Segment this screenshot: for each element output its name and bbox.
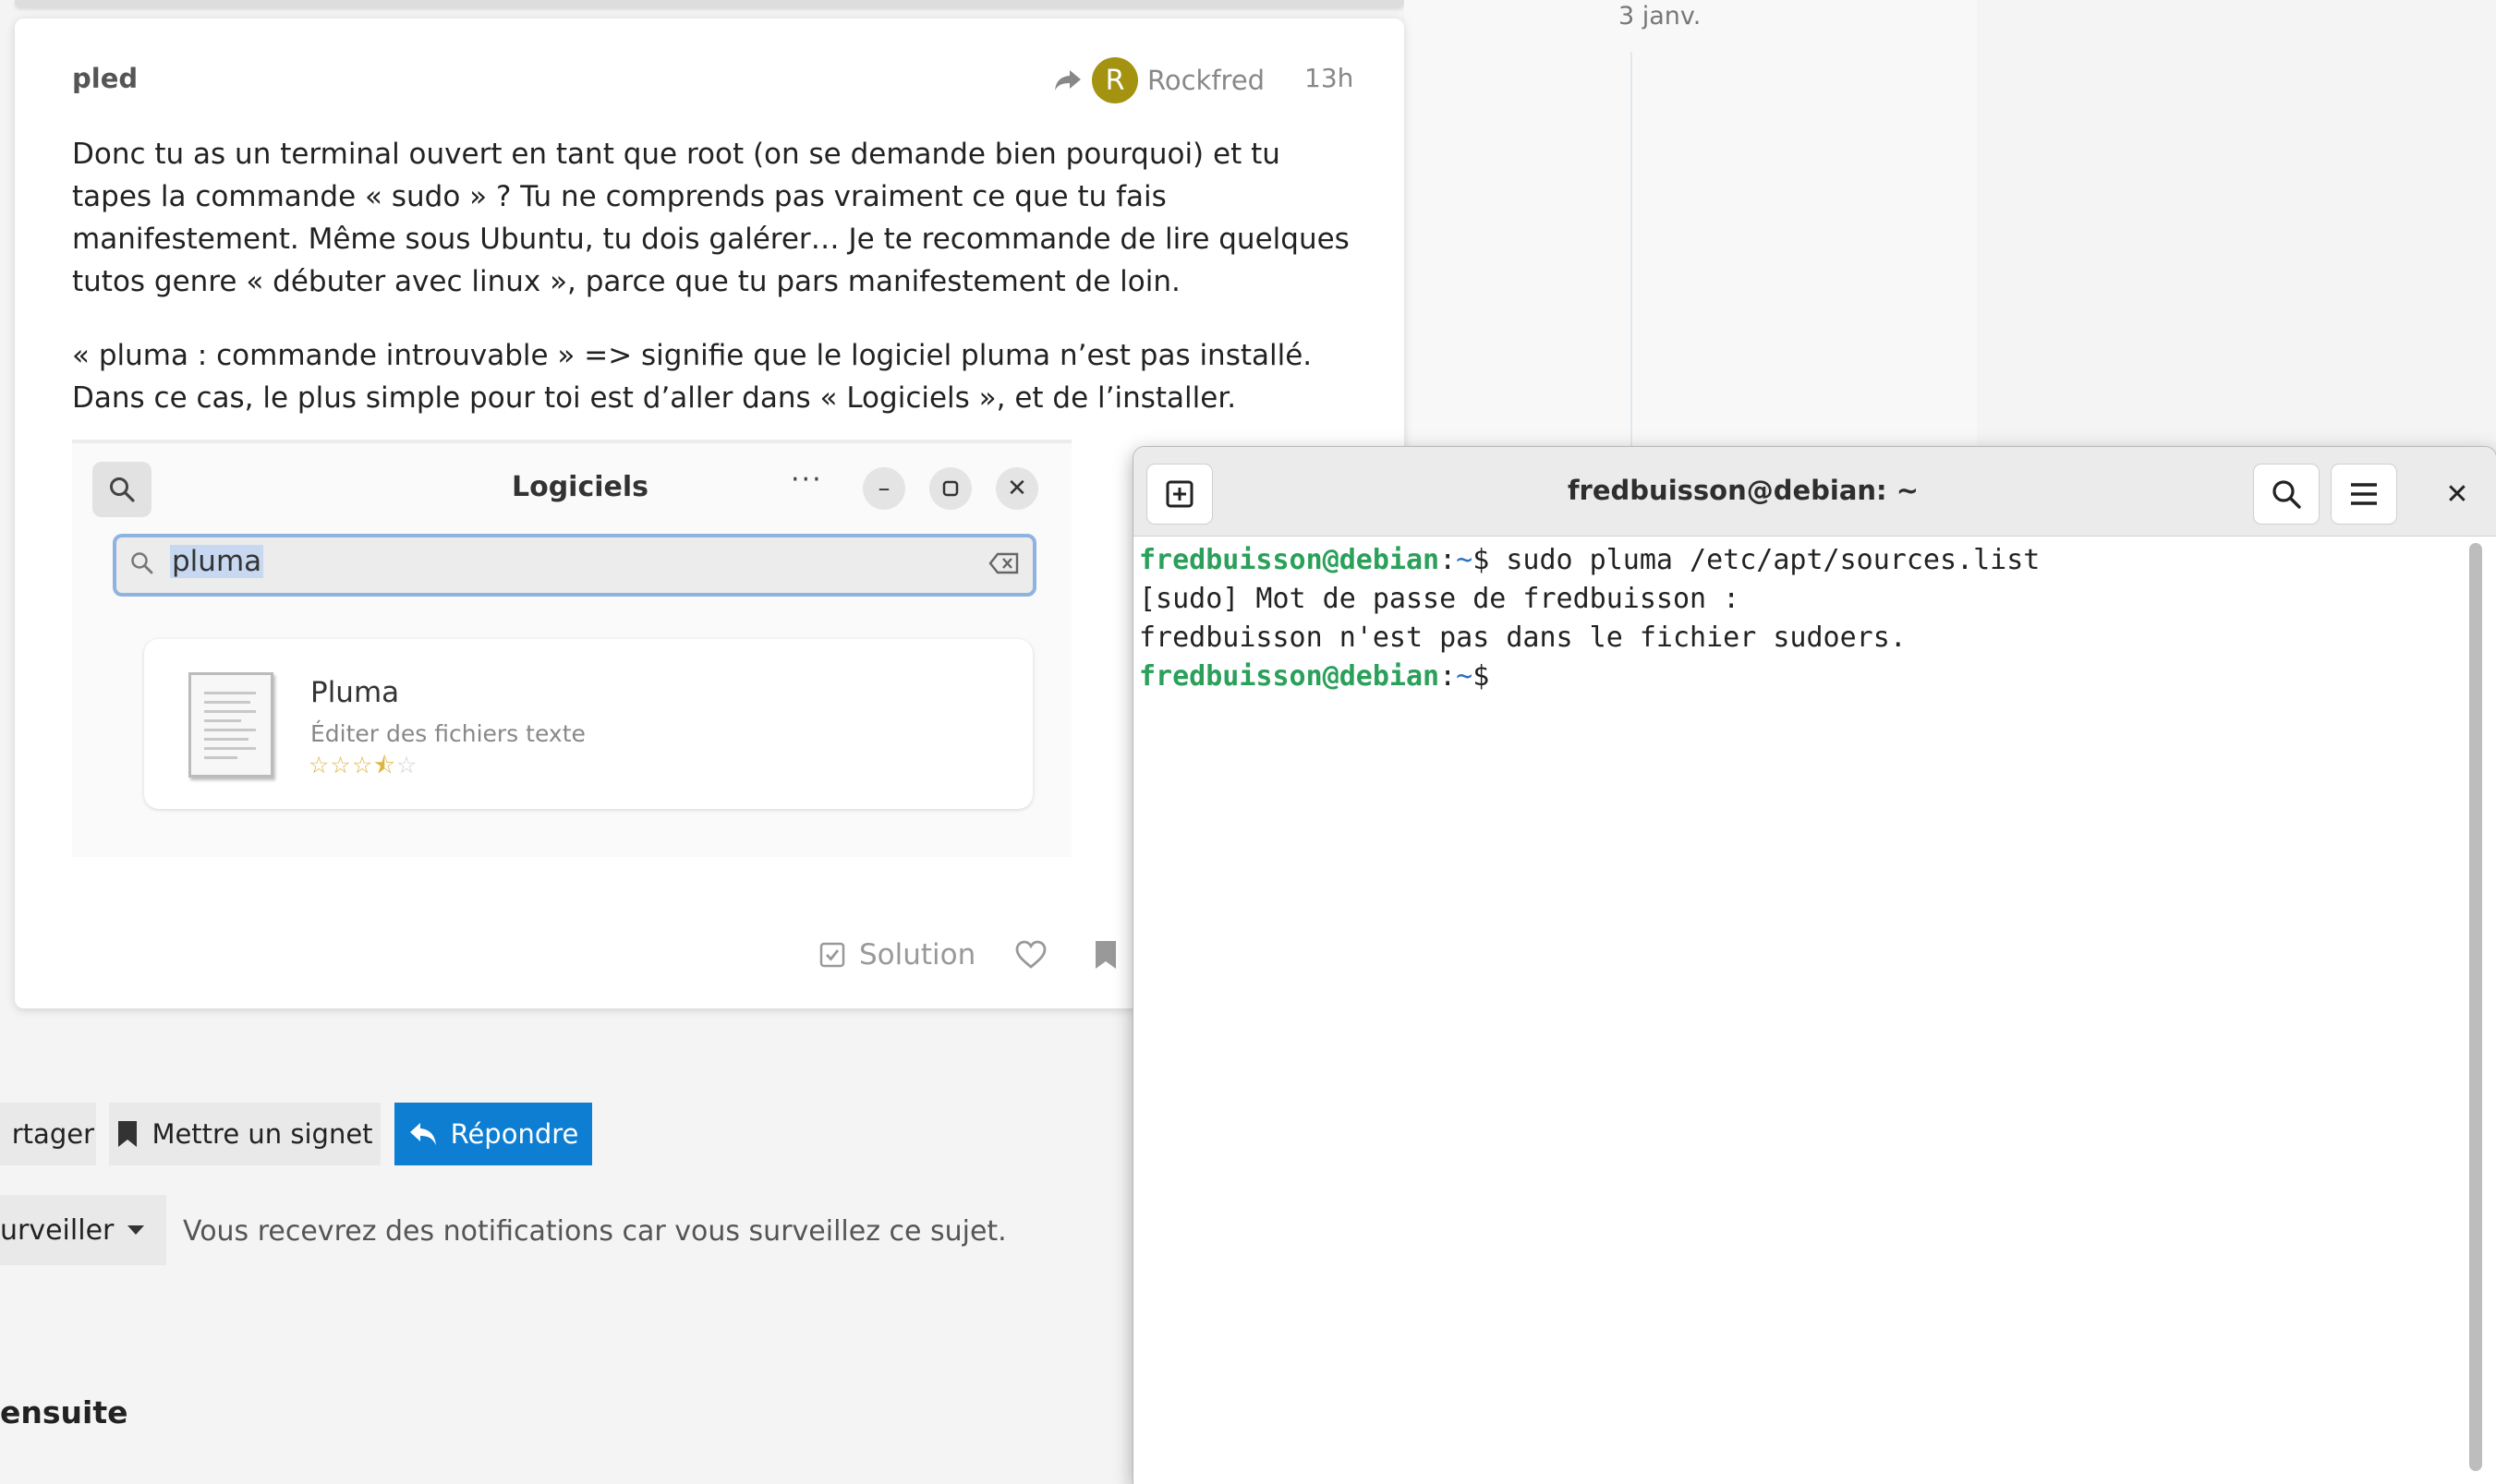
new-tab-icon xyxy=(1166,480,1193,508)
solution-label: Solution xyxy=(859,938,976,971)
bookmark-icon[interactable] xyxy=(1094,939,1118,971)
post-paragraph: « pluma : commande introuvable » => sign… xyxy=(72,339,1313,415)
reply-arrow-icon xyxy=(1055,70,1081,90)
bookmark-topic-button[interactable]: Mettre un signet xyxy=(109,1103,381,1165)
terminal-close-button[interactable]: ✕ xyxy=(2434,471,2480,517)
terminal-line: fredbuisson@debian:~$ sudo pluma /etc/ap… xyxy=(1139,544,2041,576)
timeline-scroller-track[interactable] xyxy=(1630,52,1632,458)
terminal-search-button[interactable] xyxy=(2253,464,2320,525)
screenshot-search-value: pluma xyxy=(170,545,264,578)
terminal-titlebar[interactable]: fredbuisson@debian: ~ ✕ xyxy=(1133,447,2496,537)
search-icon xyxy=(131,552,153,574)
hamburger-menu-icon xyxy=(2351,483,2377,505)
notification-level-label: urveiller xyxy=(0,1213,115,1247)
app-description: Éditer des fichiers texte xyxy=(310,720,586,747)
terminal-line: fredbuisson n'est pas dans le fichier su… xyxy=(1139,621,1907,654)
terminal-output[interactable]: fredbuisson@debian:~$ sudo pluma /etc/ap… xyxy=(1139,541,2451,696)
solution-button[interactable]: Solution xyxy=(818,938,975,971)
share-button[interactable]: rtager xyxy=(0,1103,96,1165)
bookmark-icon xyxy=(118,1121,138,1147)
post-actions: Solution xyxy=(818,938,1118,971)
embedded-screenshot[interactable]: Logiciels ··· – ✕ pluma Pluma Éditer des… xyxy=(72,440,1072,857)
reply-button[interactable]: Répondre xyxy=(394,1103,592,1165)
share-label: rtager xyxy=(11,1118,94,1150)
app-result-card: Pluma Éditer des fichiers texte ☆☆☆⯪☆ xyxy=(144,639,1033,809)
reply-icon xyxy=(409,1123,436,1145)
checkbox-icon xyxy=(819,942,845,968)
reply-to-indicator[interactable]: R Rockfred xyxy=(1053,57,1265,103)
terminal-line: [sudo] Mot de passe de fredbuisson : xyxy=(1139,583,1740,615)
post-paragraph: Donc tu as un terminal ouvert en tant qu… xyxy=(72,138,1350,298)
timeline-date[interactable]: 3 janv. xyxy=(1618,2,1701,30)
terminal-window[interactable]: fredbuisson@debian: ~ ✕ fredbuisson@debi… xyxy=(1133,447,2496,1484)
suggested-topics-heading: ensuite xyxy=(0,1394,128,1430)
app-name: Pluma xyxy=(310,676,400,709)
star-rating: ☆☆☆⯪☆ xyxy=(309,752,418,778)
terminal-title: fredbuisson@debian: ~ xyxy=(1567,475,1920,506)
bookmark-label: Mettre un signet xyxy=(151,1118,373,1150)
maximize-icon xyxy=(929,467,972,510)
avatar: R xyxy=(1092,57,1138,103)
like-heart-icon[interactable] xyxy=(1014,940,1048,970)
terminal-scrollbar[interactable] xyxy=(2469,543,2482,1471)
reply-to-username: Rockfred xyxy=(1147,65,1266,96)
clear-text-icon xyxy=(988,552,1019,574)
search-icon xyxy=(2272,480,2301,509)
text-editor-icon xyxy=(188,672,273,778)
previous-post-edge xyxy=(15,0,1404,7)
search-toggle-button xyxy=(92,462,151,517)
minimize-icon: – xyxy=(863,467,905,510)
reply-label: Répondre xyxy=(450,1118,579,1150)
close-icon: ✕ xyxy=(996,467,1038,510)
close-icon: ✕ xyxy=(2445,477,2469,511)
post-author[interactable]: pled xyxy=(72,63,138,94)
terminal-menu-button[interactable] xyxy=(2331,464,2397,525)
menu-dots-icon: ··· xyxy=(791,464,823,496)
post-timestamp[interactable]: 13h xyxy=(1304,63,1353,93)
notification-level-dropdown[interactable]: urveiller xyxy=(0,1195,166,1265)
new-tab-button[interactable] xyxy=(1146,464,1213,525)
search-icon xyxy=(110,477,135,502)
caret-down-icon xyxy=(127,1225,145,1235)
screenshot-window-title: Logiciels xyxy=(511,471,649,503)
notification-status-text: Vous recevrez des notifications car vous… xyxy=(183,1215,1007,1248)
terminal-line: fredbuisson@debian:~$ xyxy=(1139,660,1490,693)
screenshot-search-field: pluma xyxy=(113,534,1036,597)
